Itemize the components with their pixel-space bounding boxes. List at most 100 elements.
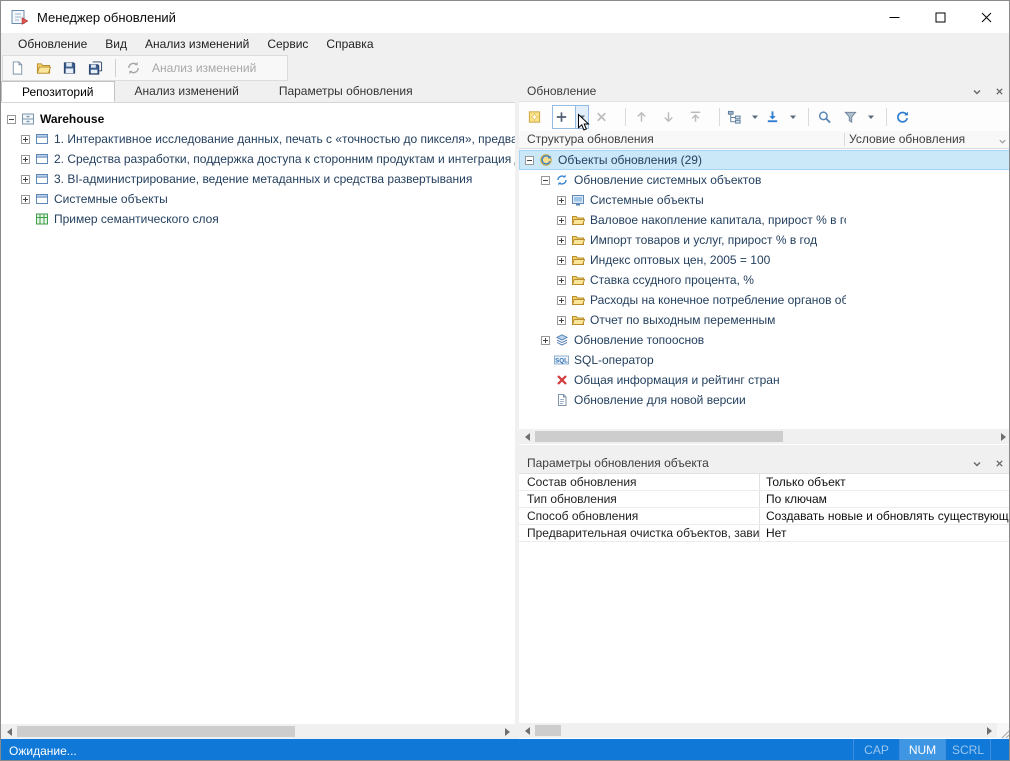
refresh-button[interactable]: [893, 106, 917, 128]
import-icon: [765, 110, 780, 124]
menu-item[interactable]: Справка: [317, 33, 382, 55]
scroll-left-icon[interactable]: [1, 724, 16, 739]
filter-button-dropdown[interactable]: [864, 106, 877, 128]
minimize-button[interactable]: [871, 1, 917, 33]
scroll-right-icon[interactable]: [500, 724, 515, 739]
property-row[interactable]: Предварительная очистка объектов, зависи…: [519, 525, 1010, 542]
tree-item[interactable]: Пример семантического слоя: [1, 209, 515, 229]
add-object-button-dropdown[interactable]: [575, 106, 588, 128]
expand-icon[interactable]: [541, 336, 550, 345]
tree-item[interactable]: Индекс оптовых цен, 2005 = 100: [519, 250, 1010, 270]
tree-item[interactable]: Валовое накопление капитала, прирост % в…: [519, 210, 1010, 230]
save-button[interactable]: [59, 57, 85, 79]
tree-item[interactable]: Обновление топооснов: [519, 330, 1010, 350]
tree-item-label: 2. Средства разработки, поддержка доступ…: [54, 152, 515, 166]
tree-item[interactable]: Объекты обновления (29): [519, 150, 1010, 170]
expand-icon[interactable]: [557, 236, 566, 245]
menu-item[interactable]: Вид: [96, 33, 136, 55]
red-x-icon: [554, 373, 569, 387]
scrollbar-thumb[interactable]: [535, 725, 561, 736]
expand-icon[interactable]: [557, 256, 566, 265]
update-tree-horizontal-scrollbar[interactable]: [519, 429, 1010, 444]
search-icon: [817, 110, 832, 124]
property-row[interactable]: Способ обновленияСоздавать новые и обнов…: [519, 508, 1010, 525]
tree-item[interactable]: Warehouse: [1, 109, 515, 129]
tree-item[interactable]: 1. Интерактивное исследование данных, пе…: [1, 129, 515, 149]
property-value[interactable]: Только объект: [759, 474, 1010, 490]
expand-icon[interactable]: [557, 316, 566, 325]
collapse-icon[interactable]: [541, 176, 550, 185]
expand-icon[interactable]: [21, 135, 30, 144]
scrollbar-thumb[interactable]: [535, 431, 783, 442]
expand-icon[interactable]: [557, 276, 566, 285]
column-header-condition[interactable]: Условие обновления: [849, 131, 965, 148]
new-update-button[interactable]: [525, 106, 549, 128]
tree-view-button[interactable]: [726, 105, 761, 129]
params-horizontal-scrollbar[interactable]: [519, 723, 997, 738]
menu-item[interactable]: Сервис: [258, 33, 317, 55]
tree-item[interactable]: Общая информация и рейтинг стран: [519, 370, 1010, 390]
arrow-down-icon: [661, 110, 676, 124]
scrollbar-thumb[interactable]: [17, 726, 295, 737]
save-all-button[interactable]: [85, 57, 111, 79]
collapse-icon[interactable]: [7, 115, 16, 124]
open-button[interactable]: [33, 57, 59, 79]
tree-item[interactable]: SQLSQL-оператор: [519, 350, 1010, 370]
collapse-icon[interactable]: [525, 156, 534, 165]
scroll-left-icon[interactable]: [519, 723, 534, 738]
params-panel-close-button[interactable]: [992, 457, 1006, 471]
tab[interactable]: Репозиторий: [1, 81, 115, 102]
window-controls: [871, 1, 1009, 33]
move-top-button: [686, 106, 710, 128]
left-horizontal-scrollbar[interactable]: [1, 724, 515, 739]
tab[interactable]: Анализ изменений: [115, 81, 259, 102]
scroll-left-icon[interactable]: [519, 429, 534, 444]
tree-item[interactable]: 2. Средства разработки, поддержка доступ…: [1, 149, 515, 169]
menu-item[interactable]: Обновление: [9, 33, 96, 55]
expand-icon[interactable]: [21, 155, 30, 164]
tree-item[interactable]: Отчет по выходным переменным: [519, 310, 1010, 330]
new-doc-icon: [10, 61, 25, 75]
expand-icon[interactable]: [21, 195, 30, 204]
menu-item[interactable]: Анализ изменений: [136, 33, 258, 55]
scroll-right-icon[interactable]: [996, 429, 1010, 444]
property-value[interactable]: Создавать новые и обновлять существующие: [759, 508, 1010, 524]
tree-item[interactable]: 3. BI-администрирование, ведение метадан…: [1, 169, 515, 189]
update-panel-menu-button[interactable]: [970, 85, 984, 99]
close-button[interactable]: [963, 1, 1009, 33]
expand-icon[interactable]: [557, 196, 566, 205]
import-button[interactable]: [764, 105, 799, 129]
tree-item[interactable]: Обновление для новой версии: [519, 390, 1010, 410]
tree-view-button-dropdown[interactable]: [748, 106, 761, 128]
tree-item[interactable]: Ставка ссудного процента, %: [519, 270, 1010, 290]
tree-item-label: 1. Интерактивное исследование данных, пе…: [54, 132, 515, 146]
update-panel-close-button[interactable]: [992, 85, 1006, 99]
property-value[interactable]: Нет: [759, 525, 1010, 541]
add-object-button[interactable]: [552, 105, 589, 129]
params-panel-menu-button[interactable]: [970, 457, 984, 471]
search-button[interactable]: [815, 106, 839, 128]
column-header-structure[interactable]: Структура обновления: [527, 131, 654, 148]
import-button-dropdown[interactable]: [786, 106, 799, 128]
resize-grip[interactable]: [997, 723, 1010, 739]
tab[interactable]: Параметры обновления: [259, 81, 433, 102]
tree-item[interactable]: Обновление системных объектов: [519, 170, 1010, 190]
tree-item[interactable]: Расходы на конечное потребление органов …: [519, 290, 1010, 310]
scroll-right-icon[interactable]: [982, 723, 997, 738]
filter-button[interactable]: [842, 105, 877, 129]
tree-item[interactable]: Системные объекты: [519, 190, 1010, 210]
analysis-icon: [126, 61, 141, 75]
property-row[interactable]: Тип обновленияПо ключам: [519, 491, 1010, 508]
expand-icon[interactable]: [21, 175, 30, 184]
new-button[interactable]: [7, 57, 33, 79]
sql-icon: SQL: [554, 353, 569, 367]
expand-icon[interactable]: [557, 216, 566, 225]
tree-item[interactable]: Импорт товаров и услуг, прирост % в год: [519, 230, 1010, 250]
property-row[interactable]: Состав обновленияТолько объект: [519, 474, 1010, 491]
property-value[interactable]: По ключам: [759, 491, 1010, 507]
maximize-button[interactable]: [917, 1, 963, 33]
expand-icon[interactable]: [557, 296, 566, 305]
params-panel-title: Параметры обновления объекта: [527, 456, 709, 470]
column-chooser-icon[interactable]: [998, 135, 1007, 149]
tree-item[interactable]: Системные объекты: [1, 189, 515, 209]
